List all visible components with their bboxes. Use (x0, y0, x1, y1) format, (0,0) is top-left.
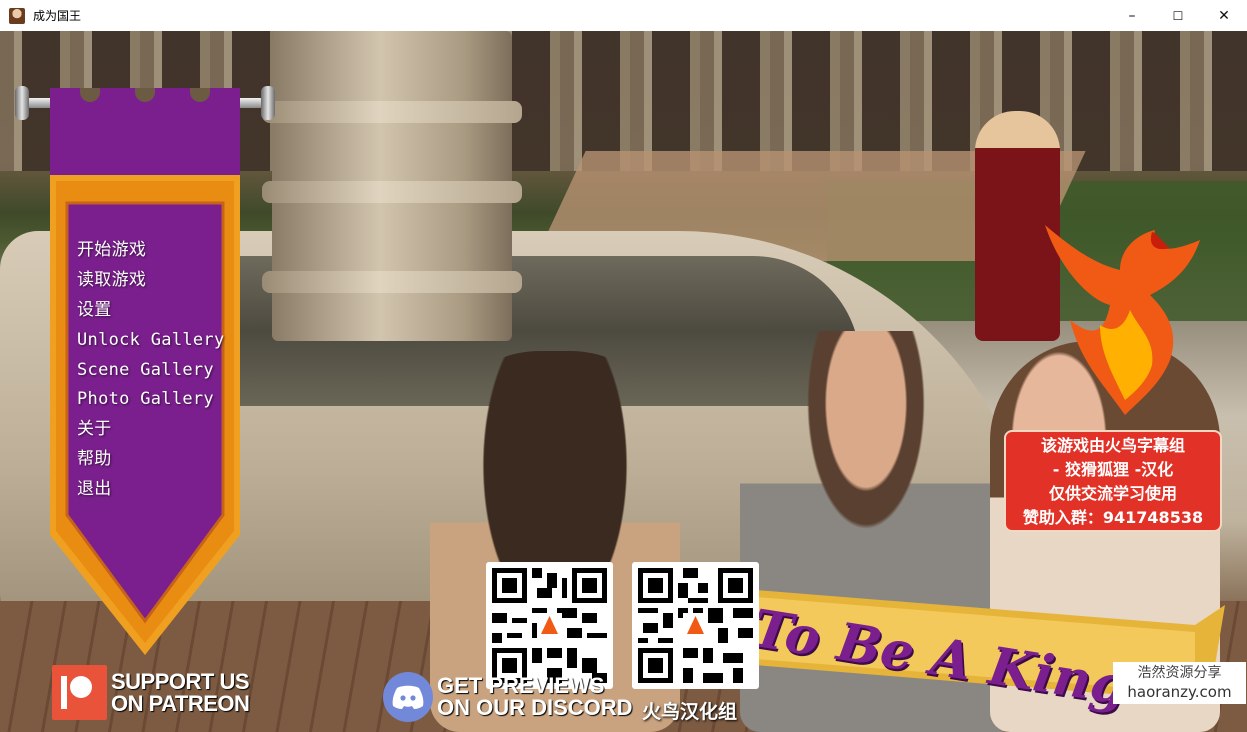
discord-link[interactable]: GET PREVIEWS ON OUR DISCORD (383, 672, 633, 722)
main-menu: 开始游戏 读取游戏 设置 Unlock Gallery Scene Galler… (77, 236, 225, 505)
menu-item-start[interactable]: 开始游戏 (77, 236, 225, 266)
banner-top (50, 88, 240, 178)
menu-item-photo-gallery[interactable]: Photo Gallery (77, 385, 225, 415)
qr-code-group[interactable] (632, 562, 759, 689)
window-title: 成为国王 (33, 9, 82, 23)
menu-item-quit[interactable]: 退出 (77, 475, 225, 505)
patreon-label: SUPPORT US ON PATREON (111, 668, 250, 716)
phoenix-emblem-icon (1045, 225, 1200, 415)
menu-item-help[interactable]: 帮助 (77, 445, 225, 475)
patreon-icon (52, 665, 107, 720)
maximize-button[interactable]: ☐ (1155, 0, 1201, 31)
qr-code-discord[interactable] (486, 562, 613, 689)
patreon-link[interactable]: SUPPORT US ON PATREON (52, 665, 250, 720)
close-button[interactable]: ✕ (1201, 0, 1247, 31)
minimize-button[interactable]: – (1109, 0, 1155, 31)
discord-label-line2: ON OUR DISCORD (437, 695, 633, 720)
menu-item-load[interactable]: 读取游戏 (77, 266, 225, 296)
menu-item-settings[interactable]: 设置 (77, 296, 225, 326)
notice-line: 该游戏由火鸟字幕组 (1040, 436, 1185, 455)
watermark-url: haoranzy.com (1127, 683, 1232, 701)
qr-caption-group: 火鸟汉化组 (642, 701, 738, 723)
window-titlebar[interactable]: 成为国王 – ☐ ✕ (0, 0, 1247, 32)
patreon-label-line2: ON PATREON (111, 690, 250, 716)
translation-notice: 该游戏由火鸟字幕组 - 狡猾狐狸 -汉化 仅供交流学习使用 赞助入群：94174… (1004, 430, 1222, 532)
discord-label-line1: GET PREVIEWS (437, 673, 605, 698)
notice-line: 仅供交流学习使用 (1048, 484, 1177, 503)
notice-line: - 狡猾狐狸 -汉化 (1052, 460, 1174, 479)
menu-item-unlock-gallery[interactable]: Unlock Gallery (77, 326, 225, 356)
discord-icon (383, 672, 433, 722)
watermark-name: 浩然资源分享 (1137, 665, 1222, 681)
site-watermark: 浩然资源分享 haoranzy.com (1113, 662, 1246, 704)
window-controls: – ☐ ✕ (1109, 0, 1247, 31)
fountain-pillar-band (262, 181, 522, 203)
discord-label: GET PREVIEWS ON OUR DISCORD (437, 675, 633, 719)
fountain-pillar-band (262, 271, 522, 293)
menu-item-about[interactable]: 关于 (77, 415, 225, 445)
notice-line: 赞助入群：941748538 (1022, 508, 1204, 527)
fountain-pillar-band (262, 101, 522, 123)
patreon-label-line1: SUPPORT US (111, 668, 250, 694)
menu-item-scene-gallery[interactable]: Scene Gallery (77, 356, 225, 386)
king-portrait-icon (9, 7, 25, 24)
